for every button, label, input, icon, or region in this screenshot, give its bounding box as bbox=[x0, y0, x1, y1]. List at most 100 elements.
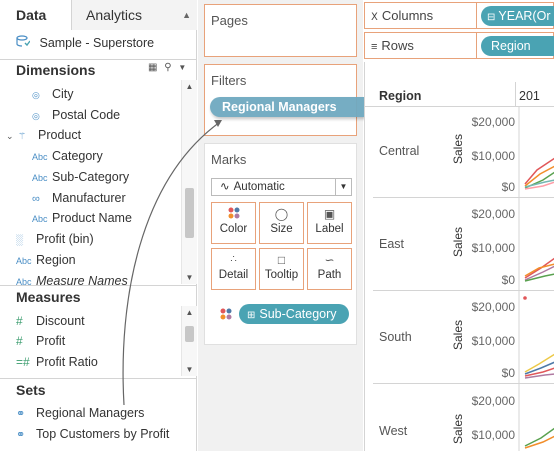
label-button[interactable]: ▣ Label bbox=[307, 202, 352, 244]
chevron-down-icon[interactable]: ▼ bbox=[335, 179, 351, 195]
dimension-item-category[interactable]: Abc Category bbox=[32, 146, 103, 166]
tab-analytics[interactable]: Analytics ▲ bbox=[72, 0, 197, 30]
sets-header: Sets bbox=[16, 382, 46, 398]
measures-scrollbar[interactable]: ▲ ▼ bbox=[181, 306, 197, 376]
sales-lines bbox=[518, 106, 554, 451]
dimension-item-region[interactable]: Abc Region bbox=[16, 250, 76, 270]
dimension-item-product-name[interactable]: Abc Product Name bbox=[32, 208, 132, 228]
dimensions-header: Dimensions bbox=[16, 62, 96, 78]
rows-shelf[interactable]: ≡ Rows Region bbox=[364, 32, 554, 59]
region-pill[interactable]: Region bbox=[481, 36, 554, 56]
series-point bbox=[523, 296, 527, 300]
grid-view-icon[interactable]: ▦ bbox=[148, 62, 157, 73]
divider bbox=[0, 59, 197, 60]
set-icon: ⚭ bbox=[16, 408, 26, 420]
color-dots-icon bbox=[228, 207, 240, 219]
rows-label-text: Rows bbox=[381, 38, 414, 53]
dimension-item-city[interactable]: ◎ City bbox=[32, 84, 74, 104]
dimensions-scrollbar[interactable]: ▲ ▼ bbox=[181, 80, 197, 284]
regional-managers-dragged-pill[interactable]: Regional Managers bbox=[210, 97, 374, 117]
columns-shelf[interactable]: Ⅹ Columns ⊟ YEAR(Or bbox=[364, 2, 554, 29]
color-button[interactable]: Color bbox=[211, 202, 256, 244]
year-pill-label: YEAR(Or bbox=[498, 9, 551, 23]
globe-icon: ◎ bbox=[32, 111, 40, 121]
dimension-label: Region bbox=[36, 253, 76, 267]
dragged-pill-label: Regional Managers bbox=[222, 100, 337, 114]
rows-shelf-label: ≡ Rows bbox=[371, 33, 414, 60]
scroll-down-icon[interactable]: ▼ bbox=[182, 365, 197, 374]
chevron-down-icon[interactable]: ⌄ bbox=[6, 126, 18, 146]
dimension-item-profit-bin[interactable]: ░ Profit (bin) bbox=[16, 229, 94, 249]
scroll-thumb[interactable] bbox=[185, 326, 194, 342]
viz-view: Region 201 Central Sales $20,000 $10,000… bbox=[364, 62, 554, 451]
path-button[interactable]: ∽ Path bbox=[307, 248, 352, 290]
year-order-date-pill[interactable]: ⊟ YEAR(Or bbox=[481, 6, 554, 26]
measure-label: Discount bbox=[36, 314, 85, 328]
paperclip-icon: ∞ bbox=[32, 193, 40, 205]
dropdown-icon[interactable]: ▼ bbox=[178, 63, 186, 72]
columns-label-text: Columns bbox=[381, 8, 434, 23]
hierarchy-icon: ⚚ bbox=[18, 131, 27, 141]
dimension-label: City bbox=[52, 87, 74, 101]
detail-icon: ∴ bbox=[230, 254, 237, 265]
dimension-item-manufacturer[interactable]: ∞ Manufacturer bbox=[32, 188, 126, 208]
tooltip-label: Tooltip bbox=[264, 269, 299, 281]
abc-icon: Abc bbox=[32, 152, 48, 162]
detail-button[interactable]: ∴ Detail bbox=[211, 248, 256, 290]
scroll-down-icon[interactable]: ▼ bbox=[182, 273, 197, 282]
abc-icon: Abc bbox=[16, 256, 32, 266]
set-label: Regional Managers bbox=[36, 406, 145, 420]
dimension-label: Product Name bbox=[52, 211, 132, 225]
minus-box-icon[interactable]: ⊟ bbox=[487, 12, 495, 23]
pages-card[interactable]: Pages bbox=[204, 4, 357, 57]
color-label: Color bbox=[219, 223, 248, 235]
tab-analytics-label: Analytics bbox=[86, 7, 143, 23]
detail-label: Detail bbox=[218, 269, 249, 281]
measure-item-profit[interactable]: # Profit bbox=[16, 331, 65, 351]
shelf-separator bbox=[476, 33, 477, 58]
size-button[interactable]: ◯ Size bbox=[259, 202, 304, 244]
measure-item-discount[interactable]: # Discount bbox=[16, 311, 85, 331]
rows-icon: ≡ bbox=[371, 41, 378, 53]
divider bbox=[0, 378, 197, 379]
line-chart-icon: ∿ bbox=[220, 181, 230, 193]
columns-icon: Ⅹ bbox=[371, 12, 378, 23]
scroll-up-icon[interactable]: ▲ bbox=[182, 82, 197, 91]
set-item-regional-managers[interactable]: ⚭ Regional Managers bbox=[16, 403, 144, 423]
dimension-label: Category bbox=[52, 149, 103, 163]
calc-hash-icon: =# bbox=[16, 355, 30, 369]
divider bbox=[0, 285, 197, 286]
series-central bbox=[524, 157, 554, 190]
dimension-item-sub-category[interactable]: Abc Sub-Category bbox=[32, 167, 129, 187]
plus-box-icon[interactable]: ⊞ bbox=[247, 310, 255, 321]
mark-type-dropdown[interactable]: ∿ Automatic ▼ bbox=[211, 178, 352, 196]
measure-item-profit-ratio[interactable]: =# Profit Ratio bbox=[16, 352, 98, 372]
datasource-item[interactable]: Sample - Superstore bbox=[16, 33, 154, 53]
path-icon: ∽ bbox=[324, 253, 335, 267]
abc-icon: Abc bbox=[32, 173, 48, 183]
dimension-item-product[interactable]: ⌄ ⚚ Product bbox=[6, 125, 81, 145]
path-label: Path bbox=[317, 269, 342, 281]
marks-title: Marks bbox=[211, 152, 247, 167]
tooltip-button[interactable]: □ Tooltip bbox=[259, 248, 304, 290]
sub-category-pill[interactable]: ⊞ Sub-Category bbox=[239, 304, 349, 324]
database-icon bbox=[16, 35, 30, 47]
columns-shelf-label: Ⅹ Columns bbox=[371, 3, 433, 31]
set-item-top-customers[interactable]: ⚭ Top Customers by Profit bbox=[16, 424, 169, 444]
region-pill-label: Region bbox=[491, 39, 531, 53]
tab-data[interactable]: Data bbox=[0, 0, 72, 30]
sub-category-pill-label: Sub-Category bbox=[259, 307, 337, 321]
marks-card: Marks ∿ Automatic ▼ Color ◯ Size ▣ Label … bbox=[204, 143, 357, 345]
series-east bbox=[524, 257, 554, 282]
dimension-item-measure-names[interactable]: Abc Measure Names bbox=[16, 271, 128, 291]
dimension-label: Product bbox=[38, 128, 82, 142]
chevron-updown-icon[interactable]: ▲ bbox=[182, 0, 191, 30]
size-label: Size bbox=[270, 223, 293, 235]
filters-title: Filters bbox=[211, 73, 247, 88]
tooltip-icon: □ bbox=[277, 253, 286, 267]
dimension-item-postal-code[interactable]: ◎ Postal Code bbox=[32, 105, 120, 125]
shelf-separator bbox=[476, 3, 477, 28]
scroll-thumb[interactable] bbox=[185, 188, 194, 238]
scroll-up-icon[interactable]: ▲ bbox=[182, 308, 197, 317]
search-icon[interactable]: ⚲ bbox=[164, 62, 171, 73]
